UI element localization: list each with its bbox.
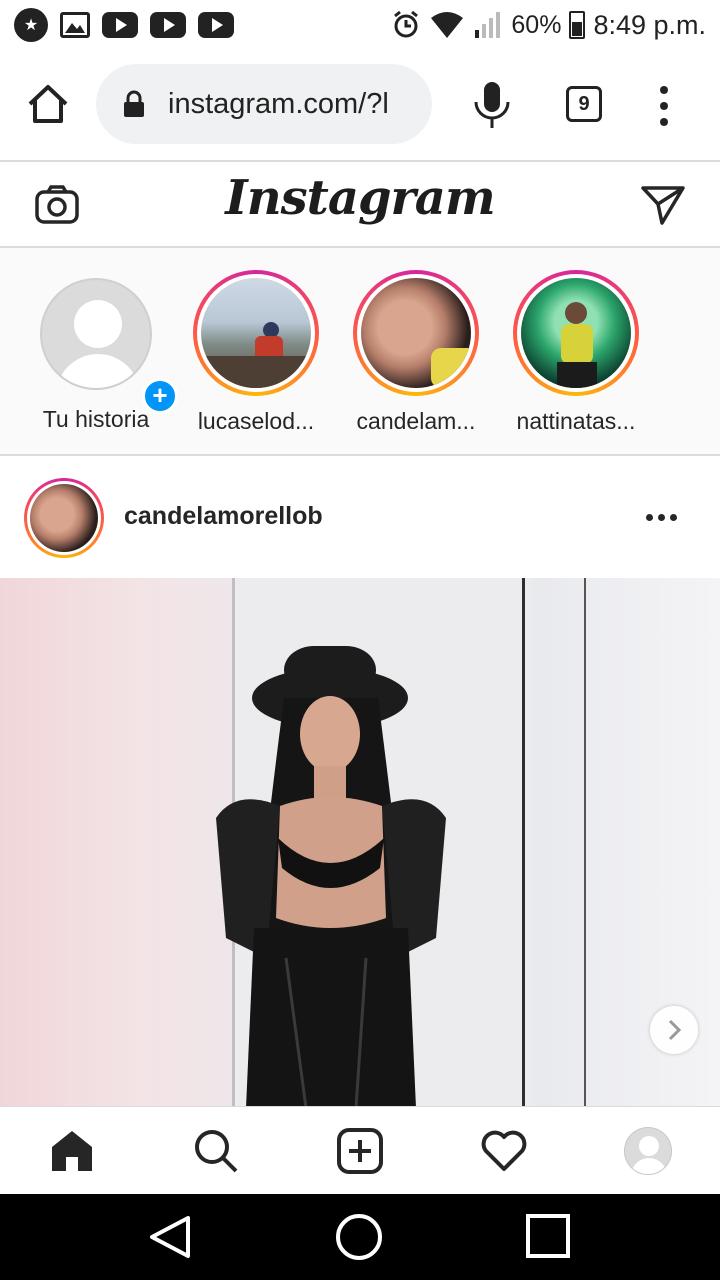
back-icon[interactable] [148, 1214, 192, 1260]
story-label: candelam... [356, 408, 476, 434]
story-item[interactable]: candelam... [346, 270, 486, 435]
profile-icon[interactable] [624, 1127, 672, 1175]
mic-icon[interactable] [470, 80, 514, 130]
post-avatar[interactable] [24, 478, 104, 558]
story-label: lucaselod... [197, 408, 315, 434]
home-icon[interactable] [48, 1127, 96, 1175]
youtube-icon [198, 12, 234, 38]
story-own[interactable]: + Tu historia [26, 270, 178, 433]
youtube-icon [102, 12, 138, 38]
post-photo-subject [216, 646, 446, 1106]
star-icon: ★ [14, 8, 48, 42]
lock-icon [124, 90, 144, 117]
camera-icon[interactable] [34, 184, 80, 226]
story-ring [193, 270, 319, 396]
android-nav-bar [0, 1194, 720, 1280]
stories-tray: + Tu historia lucaselod... candelam... n… [0, 248, 720, 456]
avatar [30, 484, 98, 552]
home-circle-icon[interactable] [336, 1214, 382, 1260]
notification-icons: ★ [14, 8, 234, 42]
story-label: nattinatas... [516, 408, 636, 434]
wifi-icon [431, 12, 464, 38]
avatar [40, 278, 152, 390]
add-story-icon[interactable]: + [142, 378, 178, 414]
story-thumbnail [201, 278, 311, 388]
next-arrow-icon[interactable] [650, 1006, 698, 1054]
menu-icon[interactable] [654, 86, 674, 126]
story-thumbnail [521, 278, 631, 388]
story-thumbnail [361, 278, 471, 388]
search-icon[interactable] [192, 1127, 240, 1175]
status-bar: ★ 60% 8:49 p.m. [0, 0, 720, 50]
heart-icon[interactable] [480, 1127, 528, 1175]
story-item[interactable]: lucaselod... [186, 270, 326, 435]
post-header: candelamorellob [0, 458, 720, 578]
instagram-bottom-nav [0, 1106, 720, 1194]
recents-icon[interactable] [526, 1214, 570, 1258]
home-icon[interactable] [26, 82, 70, 126]
clock: 8:49 p.m. [593, 9, 706, 40]
door-edge [584, 578, 586, 1106]
instagram-logo: Instagram [225, 170, 495, 226]
signal-icon [475, 12, 501, 38]
story-item[interactable]: nattinatas... [506, 270, 646, 435]
alarm-icon [394, 10, 419, 38]
instagram-header: Instagram [0, 160, 720, 248]
youtube-icon [150, 12, 186, 38]
post-username[interactable]: candelamorellob [124, 502, 323, 531]
gallery-icon [60, 12, 90, 38]
post-image[interactable] [0, 578, 720, 1106]
battery-icon [569, 11, 586, 39]
battery-percent: 60% [511, 10, 562, 39]
tabs-button[interactable]: 9 [566, 86, 602, 122]
story-ring [353, 270, 479, 396]
more-icon[interactable] [646, 514, 677, 521]
new-post-icon[interactable] [336, 1127, 384, 1175]
story-ring [513, 270, 639, 396]
screen: ★ 60% 8:49 p.m. instagram.com/?l 9 Insta… [0, 0, 720, 1280]
browser-toolbar: instagram.com/?l 9 [0, 50, 720, 160]
url-bar[interactable]: instagram.com/?l [96, 64, 432, 144]
direct-send-icon[interactable] [640, 184, 686, 226]
door-edge [522, 578, 525, 1106]
story-label: Tu historia [42, 406, 150, 432]
system-status: 60% 8:49 p.m. [391, 10, 706, 41]
url-text: instagram.com/?l [168, 87, 389, 120]
